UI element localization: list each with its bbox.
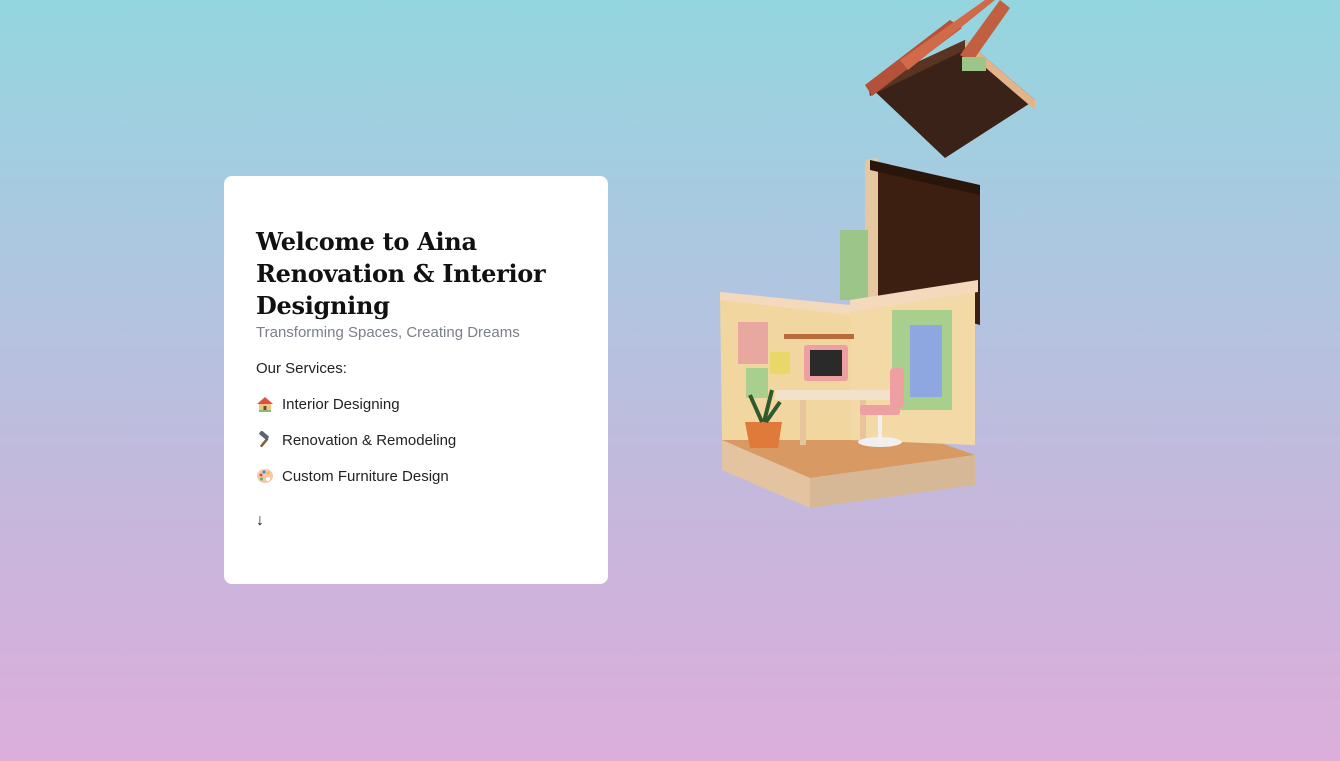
service-item-furniture: Custom Furniture Design [256,458,576,494]
roof-piece [865,0,1035,158]
tagline: Transforming Spaces, Creating Dreams [256,324,520,341]
title-line-3: Designing [256,291,390,320]
services-list: Interior Designing Renovation & Remodeli… [256,386,576,494]
palette-icon [256,467,274,485]
services-heading: Our Services: [256,360,347,377]
house-icon [256,395,274,413]
title-line-2: Renovation & Interior [256,259,546,288]
room-illustration [700,0,1060,520]
page-title: Welcome to Aina Renovation & Interior De… [256,226,576,322]
service-item-renovation: Renovation & Remodeling [256,422,576,458]
service-label: Interior Designing [282,395,400,413]
service-label: Renovation & Remodeling [282,431,457,449]
service-item-interior: Interior Designing [256,386,576,422]
title-line-1: Welcome to Aina [256,227,477,256]
intro-card: Welcome to Aina Renovation & Interior De… [224,176,608,584]
service-label: Custom Furniture Design [282,467,449,485]
scroll-down-arrow[interactable]: ↓ [256,512,264,530]
right-wall [850,280,978,445]
hammer-icon [256,431,274,449]
